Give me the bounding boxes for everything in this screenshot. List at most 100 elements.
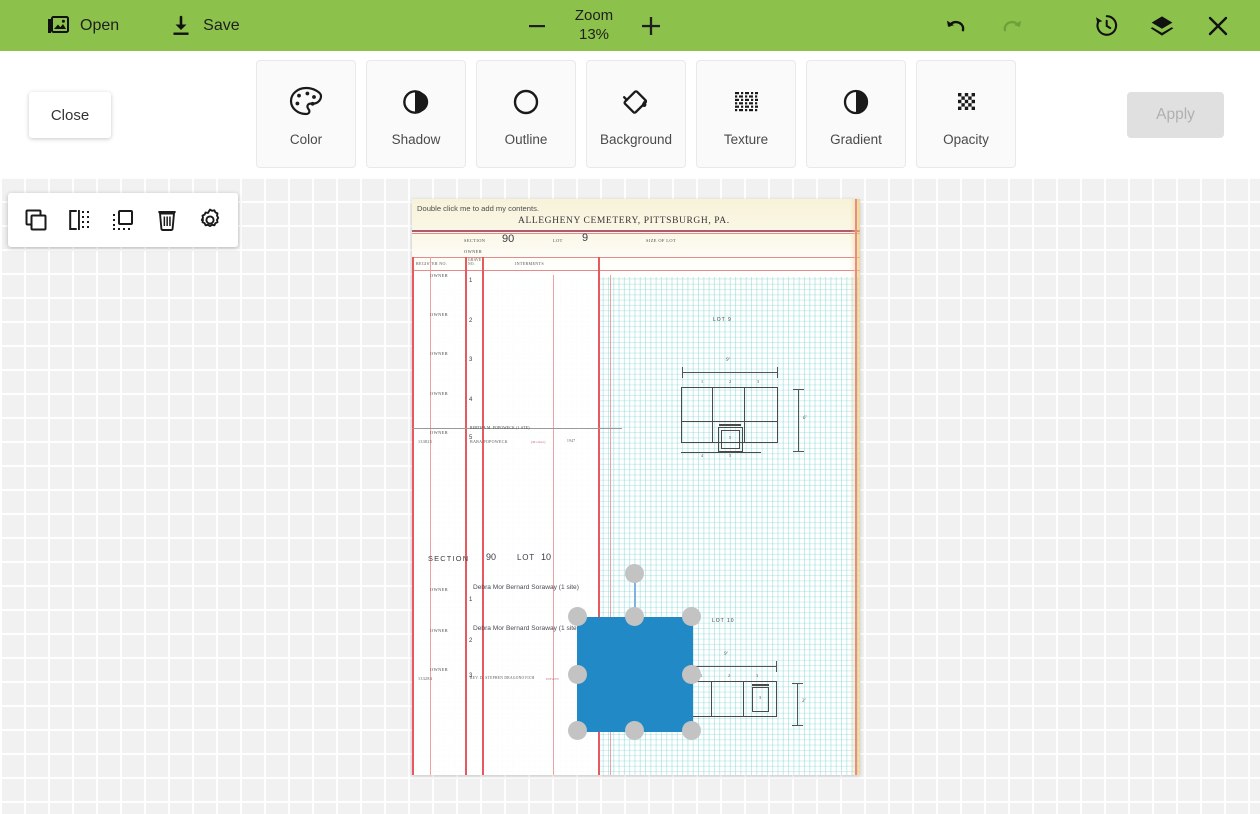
lot9-marker-top: [719, 424, 741, 426]
lot10-height-cap-bot: [792, 725, 803, 726]
lot10-row2-name: Debra Mor Bernard Soraway (1 site): [473, 625, 579, 632]
flip-button[interactable]: [62, 203, 96, 237]
effect-outline-label: Outline: [504, 131, 548, 147]
lot10-height-cap-top: [792, 683, 803, 684]
lot-value: 9: [582, 232, 589, 244]
lot9-plot-4: 4: [701, 453, 704, 458]
diagram-lot10-width: 9': [724, 652, 728, 657]
lot2-value: 10: [541, 552, 552, 562]
size-of-lot-label: SIZE OF LOT: [646, 238, 677, 243]
rotation-handle[interactable]: [625, 564, 644, 583]
resize-handle-middle-left[interactable]: [568, 665, 587, 684]
lot9-divider-1: [712, 387, 713, 443]
vrule-b: [465, 257, 467, 775]
top-toolbar: Open Save Zoom 13%: [0, 0, 1260, 51]
apply-button[interactable]: Apply: [1127, 92, 1224, 138]
open-image-icon: [46, 14, 70, 38]
image-editor-app: Open Save Zoom 13% Close Color Shadow Ou…: [0, 0, 1260, 814]
duplicate-button[interactable]: [19, 203, 53, 237]
lot9-bottom-rule: [681, 452, 761, 453]
lot10-row3-name: REV. D. STEPHEN DRAGONOVICH: [470, 676, 535, 680]
resize-handle-middle-right[interactable]: [682, 665, 701, 684]
apply-button-label: Apply: [1156, 106, 1195, 123]
resize-handle-top-center[interactable]: [625, 607, 644, 626]
effect-opacity-label: Opacity: [943, 131, 989, 147]
lot10-plot-3: 3: [756, 673, 759, 678]
effect-opacity[interactable]: Opacity: [916, 60, 1016, 168]
row5-annotation: BERTHA M. POPOWECK (1 STE): [470, 426, 530, 430]
save-button-label: Save: [203, 16, 240, 34]
effects-list: Color Shadow Outline Background Texture …: [256, 60, 1016, 168]
paint-bucket-icon: [616, 82, 656, 122]
effects-panel: Close Color Shadow Outline Background Te…: [0, 51, 1260, 177]
save-download-icon: [169, 14, 193, 38]
lot9-dim-line: [682, 372, 778, 373]
zoom-out-button[interactable]: [515, 4, 559, 48]
effect-gradient-label: Gradient: [830, 131, 882, 147]
lot10-marker-top: [752, 684, 769, 686]
placeholder-text: Double click me to add my contents.: [417, 204, 539, 213]
effect-outline[interactable]: Outline: [476, 60, 576, 168]
effect-texture[interactable]: Texture: [696, 60, 796, 168]
lot2-label: LOT: [517, 553, 535, 562]
lot9-dim-cap-left: [682, 367, 683, 378]
zoom-readout: Zoom 13%: [559, 7, 629, 45]
row5-note: (Mother): [531, 440, 546, 444]
lot9-plot-2: 2: [729, 379, 732, 384]
diagram-lot9-label: LOT 9: [713, 317, 732, 323]
effect-background[interactable]: Background: [586, 60, 686, 168]
texture-weave-icon: [726, 82, 766, 122]
vrule-a: [430, 257, 431, 775]
delete-button[interactable]: [150, 203, 184, 237]
lot10-row3-register: 133284: [418, 676, 433, 681]
lot10-row2-no: 2: [469, 638, 473, 644]
close-editor-button[interactable]: [1194, 2, 1242, 50]
resize-handle-bottom-right[interactable]: [682, 721, 701, 740]
col-header-bottom-rule: [412, 270, 860, 271]
zoom-in-button[interactable]: [629, 4, 673, 48]
effect-gradient[interactable]: Gradient: [806, 60, 906, 168]
row5-date: 1947: [567, 439, 576, 443]
layers-button[interactable]: [1138, 2, 1186, 50]
editor-canvas[interactable]: Double click me to add my contents. ALLE…: [0, 177, 1260, 814]
row5-register: 133825: [418, 439, 433, 444]
effect-color[interactable]: Color: [256, 60, 356, 168]
history-button[interactable]: [1082, 2, 1130, 50]
diagram-lot9-height: 6': [803, 416, 807, 421]
row2-no: 2: [469, 318, 473, 324]
resize-handle-top-right[interactable]: [682, 607, 701, 626]
selected-shape[interactable]: [577, 617, 693, 732]
resize-handle-bottom-center[interactable]: [625, 721, 644, 740]
lot10-plot-2: 2: [728, 673, 731, 678]
lot9-plot-3: 3: [757, 379, 760, 384]
resize-handle-bottom-left[interactable]: [568, 721, 587, 740]
opacity-checkerboard-icon: [946, 82, 986, 122]
zoom-controls: Zoom 13%: [515, 0, 673, 51]
settings-button[interactable]: [193, 203, 227, 237]
lot9-plot-1: 1: [701, 379, 704, 384]
arrange-button[interactable]: [106, 203, 140, 237]
close-panel-button[interactable]: Close: [29, 92, 111, 138]
vrule-left: [412, 257, 414, 775]
lot9-dim-cap-right: [777, 367, 778, 378]
effect-texture-label: Texture: [723, 131, 769, 147]
diagram-lot10-label: LOT 10: [712, 618, 735, 624]
lot9-height-cap-bot: [793, 451, 804, 452]
effect-shadow-label: Shadow: [391, 131, 441, 147]
zoom-value: 13%: [578, 25, 610, 43]
outline-circle-icon: [506, 82, 546, 122]
paper-right-rule: [855, 199, 857, 775]
lot9-height-cap-top: [793, 389, 804, 390]
resize-handle-top-left[interactable]: [568, 607, 587, 626]
undo-button[interactable]: [932, 2, 980, 50]
lot10-marker-num: 3: [759, 695, 762, 700]
save-button[interactable]: Save: [153, 0, 255, 51]
row1-owner: OWNER: [430, 273, 449, 278]
diagram-lot9-width: 9': [726, 358, 730, 363]
open-button[interactable]: Open: [30, 0, 135, 51]
lot10-row3-note: INFANT: [546, 677, 560, 681]
redo-button[interactable]: [988, 2, 1036, 50]
lot9-divider-2: [744, 387, 745, 443]
lot10-height-line: [797, 683, 798, 726]
effect-shadow[interactable]: Shadow: [366, 60, 466, 168]
